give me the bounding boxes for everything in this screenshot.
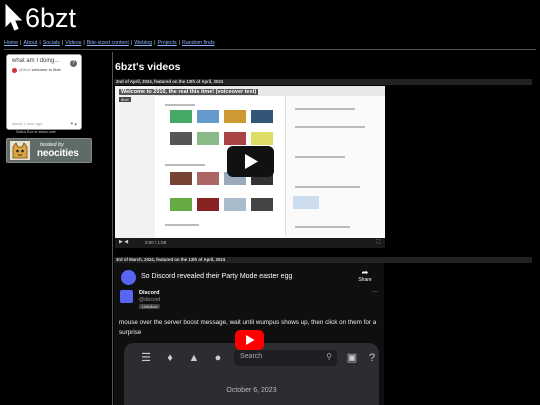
post-handle: @discord xyxy=(139,297,161,303)
threads-icon: ☰ xyxy=(141,352,151,364)
video-frame-line xyxy=(295,108,355,110)
search-placeholder: Search xyxy=(240,353,263,360)
video-channel-tag: 6bzt xyxy=(119,97,131,102)
site-header: 6bzt xyxy=(0,0,540,36)
video-frame-thumbnail xyxy=(224,198,246,211)
nav-link-home[interactable]: Home xyxy=(4,40,18,46)
bell-icon: ♦ xyxy=(167,352,173,364)
video-frame-thumbnail xyxy=(224,132,246,145)
play-volume-icons[interactable]: ▶ ◀ xyxy=(119,239,128,245)
video-frame-panel xyxy=(285,96,385,236)
search-icon: ⚲ xyxy=(326,352,332,361)
pin-icon: ▲ xyxy=(188,352,200,364)
message-date-divider: October 6, 2023 xyxy=(226,387,277,394)
video-frame-thumbnail xyxy=(197,172,219,185)
play-icon xyxy=(246,335,255,345)
video-frame-thumbnail xyxy=(251,132,273,145)
status-arrows-icon[interactable]: ▾ ▴ xyxy=(71,121,77,127)
video-time: 0:00 / 1:58 xyxy=(145,240,167,245)
play-button[interactable] xyxy=(227,146,274,177)
nav-divider xyxy=(4,49,536,50)
video-frame-thumbnail xyxy=(170,172,192,185)
more-icon: ··· xyxy=(372,289,378,295)
discord-toolbar: ☰ ♦ ▲ ● Search ⚲ ▣ ? October 6, 2023 xyxy=(124,343,379,405)
members-icon: ● xyxy=(214,352,222,364)
video-frame-line xyxy=(295,186,360,188)
post-author: Discord xyxy=(139,290,160,296)
nav-bar: Home | About | Socials | Videos | Bite-sized con… xyxy=(4,40,215,46)
status-heading: what am I doing... xyxy=(12,58,60,64)
video-frame-sidebar xyxy=(115,86,155,248)
discord-logo-icon xyxy=(120,290,133,303)
video-frame-thumbnail xyxy=(170,132,192,145)
help-icon[interactable]: ? xyxy=(70,60,77,67)
status-widget: what am I doing... ? @6bzt welcome to 6b… xyxy=(6,54,82,130)
nav-link-socials[interactable]: Socials xyxy=(43,40,60,46)
nav-link-weblog[interactable]: Weblog xyxy=(134,40,152,46)
site-title[interactable]: 6bzt xyxy=(25,2,76,34)
video-frame-thumbnail xyxy=(197,110,219,123)
video-frame-thumbnail xyxy=(197,132,219,145)
channel-avatar[interactable] xyxy=(121,270,136,285)
share-label: Share xyxy=(358,277,372,283)
video-frame-thumbnail xyxy=(251,198,273,211)
status-handle[interactable]: @6bzt xyxy=(19,67,31,72)
nav-link-projects[interactable]: Projects xyxy=(158,40,177,46)
video-frame-line xyxy=(295,156,345,158)
status-message: @6bzt welcome to 6bzt xyxy=(19,67,61,72)
cursor-icon xyxy=(5,4,23,31)
video-frame-thumbnail xyxy=(251,110,273,123)
follow-tag: Unfollow xyxy=(139,304,161,309)
discord-search-box: Search ⚲ xyxy=(234,350,337,366)
video-frame-line xyxy=(295,226,350,228)
video-frame-thumbnail xyxy=(197,198,219,211)
status-time: about 1 hour ago xyxy=(12,121,43,126)
video-frame-thumbnail xyxy=(170,110,192,123)
video-frame-line xyxy=(165,164,205,166)
status-text: welcome to 6bzt xyxy=(31,67,61,72)
video-title[interactable]: Welcome to 2010, the real this time! (vo… xyxy=(119,89,259,95)
video-frame-thumbnail xyxy=(170,198,192,211)
nav-link-about[interactable]: About xyxy=(24,40,38,46)
page-title: 6bzt's videos xyxy=(115,61,181,73)
share-icon: ➦ xyxy=(361,268,369,277)
video-controls: ▶ ◀ 0:00 / 1:58 ⛶ xyxy=(115,238,385,248)
video-frame-thumbnail xyxy=(224,110,246,123)
fullscreen-icon[interactable]: ⛶ xyxy=(376,239,380,245)
share-button[interactable]: ➦ Share xyxy=(356,268,374,283)
video-frame-line xyxy=(165,224,199,226)
badge-name: neocities xyxy=(37,148,79,159)
video-frame-thumbnail xyxy=(293,196,319,209)
inbox-icon: ▣ xyxy=(346,352,358,364)
neocities-cat-icon xyxy=(10,141,30,160)
video-title[interactable]: So Discord revealed their Party Mode eas… xyxy=(141,273,292,280)
video-frame-line xyxy=(295,126,365,128)
status-avatar xyxy=(12,68,17,73)
play-icon xyxy=(245,154,258,169)
nav-link-videos[interactable]: Videos xyxy=(65,40,81,46)
status-credit[interactable]: Status Box at status.cafe xyxy=(16,130,56,134)
video-date-bar: 2nd of April, 2024, featured on the 13th… xyxy=(114,79,532,85)
nav-link-bite-sized-content[interactable]: Bite-sized content xyxy=(87,40,129,46)
youtube-play-button[interactable] xyxy=(235,330,264,350)
video-frame-line xyxy=(165,104,195,106)
help-icon: ? xyxy=(368,352,376,364)
neocities-badge[interactable]: hosted by neocities xyxy=(6,138,92,163)
nav-link-random-finds[interactable]: Random finds xyxy=(182,40,215,46)
